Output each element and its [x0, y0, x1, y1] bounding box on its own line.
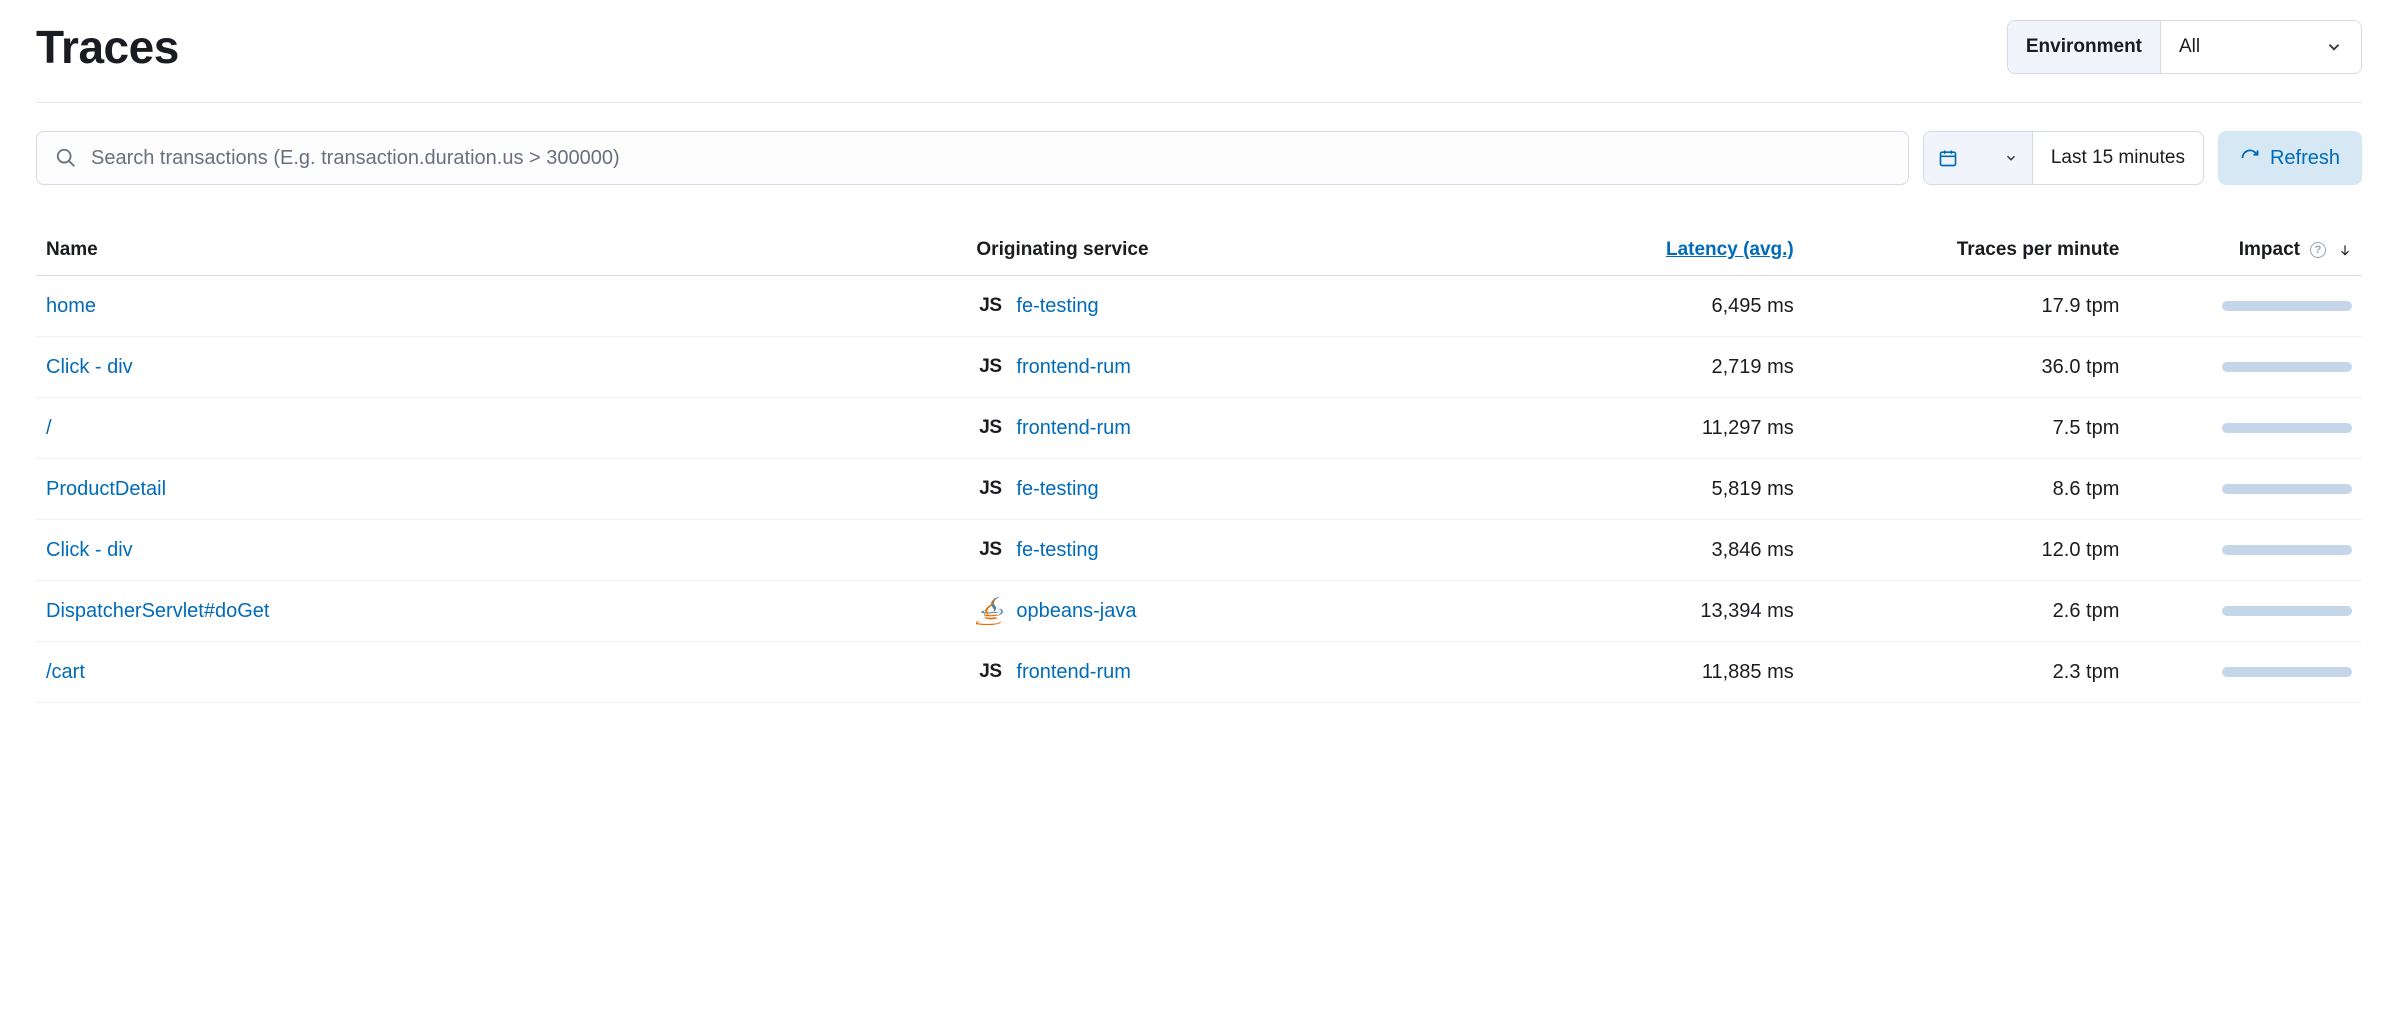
column-header-latency[interactable]: Latency (avg.) — [1478, 225, 1804, 276]
chevron-down-icon — [2325, 38, 2343, 56]
trace-name-link[interactable]: DispatcherServlet#doGet — [46, 600, 269, 622]
table-row: /cart JS frontend-rum 11,885 ms 2.3 tpm — [36, 642, 2362, 703]
time-picker[interactable]: Last 15 minutes — [1923, 131, 2204, 185]
table-row: home JS fe-testing 6,495 ms 17.9 tpm — [36, 276, 2362, 337]
table-row: ProductDetail JS fe-testing 5,819 ms 8.6… — [36, 459, 2362, 520]
impact-bar — [2222, 301, 2352, 311]
latency-value: 5,819 ms — [1478, 459, 1804, 520]
js-icon: JS — [976, 353, 1004, 381]
table-row: DispatcherServlet#doGet opbeans-java 13,… — [36, 581, 2362, 642]
environment-value[interactable]: All — [2161, 21, 2361, 73]
service-link[interactable]: frontend-rum — [1016, 356, 1131, 379]
tpm-value: 8.6 tpm — [1804, 459, 2130, 520]
search-box[interactable] — [36, 131, 1909, 185]
column-header-impact[interactable]: Impact ? — [2129, 225, 2362, 276]
time-picker-button[interactable] — [1924, 132, 2033, 184]
tpm-value: 2.3 tpm — [1804, 642, 2130, 703]
environment-value-text: All — [2179, 36, 2200, 58]
refresh-button[interactable]: Refresh — [2218, 131, 2362, 185]
column-header-name[interactable]: Name — [36, 225, 966, 276]
time-picker-value: Last 15 minutes — [2033, 132, 2203, 184]
js-icon: JS — [976, 414, 1004, 442]
impact-bar — [2222, 606, 2352, 616]
service-link[interactable]: frontend-rum — [1016, 661, 1131, 684]
refresh-label: Refresh — [2270, 147, 2340, 170]
impact-bar — [2222, 423, 2352, 433]
refresh-icon — [2240, 148, 2260, 168]
search-input[interactable] — [91, 147, 1890, 170]
table-row: / JS frontend-rum 11,297 ms 7.5 tpm — [36, 398, 2362, 459]
latency-value: 2,719 ms — [1478, 337, 1804, 398]
tpm-value: 36.0 tpm — [1804, 337, 2130, 398]
table-row: Click - div JS frontend-rum 2,719 ms 36.… — [36, 337, 2362, 398]
trace-name-link[interactable]: home — [46, 295, 96, 317]
latency-value: 6,495 ms — [1478, 276, 1804, 337]
trace-name-link[interactable]: Click - div — [46, 356, 133, 378]
impact-bar — [2222, 667, 2352, 677]
service-link[interactable]: opbeans-java — [1016, 600, 1136, 623]
tpm-value: 2.6 tpm — [1804, 581, 2130, 642]
tpm-value: 7.5 tpm — [1804, 398, 2130, 459]
table-row: Click - div JS fe-testing 3,846 ms 12.0 … — [36, 520, 2362, 581]
column-header-tpm[interactable]: Traces per minute — [1804, 225, 2130, 276]
chevron-down-icon — [2004, 151, 2018, 165]
tpm-value: 17.9 tpm — [1804, 276, 2130, 337]
js-icon: JS — [976, 475, 1004, 503]
sort-descending-icon — [2338, 243, 2352, 257]
tpm-value: 12.0 tpm — [1804, 520, 2130, 581]
calendar-icon — [1938, 148, 1958, 168]
page-title: Traces — [36, 20, 179, 74]
environment-label: Environment — [2008, 21, 2161, 73]
js-icon: JS — [976, 536, 1004, 564]
service-link[interactable]: fe-testing — [1016, 295, 1098, 318]
column-header-impact-label: Impact — [2239, 239, 2300, 261]
impact-bar — [2222, 545, 2352, 555]
traces-table: Name Originating service Latency (avg.) … — [36, 225, 2362, 703]
column-header-service[interactable]: Originating service — [966, 225, 1478, 276]
service-link[interactable]: frontend-rum — [1016, 417, 1131, 440]
help-icon[interactable]: ? — [2310, 242, 2326, 258]
impact-bar — [2222, 484, 2352, 494]
latency-value: 13,394 ms — [1478, 581, 1804, 642]
latency-value: 11,885 ms — [1478, 642, 1804, 703]
trace-name-link[interactable]: Click - div — [46, 539, 133, 561]
js-icon: JS — [976, 658, 1004, 686]
java-icon — [976, 597, 1004, 625]
search-icon — [55, 147, 77, 169]
service-link[interactable]: fe-testing — [1016, 478, 1098, 501]
latency-value: 11,297 ms — [1478, 398, 1804, 459]
environment-selector[interactable]: Environment All — [2007, 20, 2362, 74]
js-icon: JS — [976, 292, 1004, 320]
impact-bar — [2222, 362, 2352, 372]
trace-name-link[interactable]: /cart — [46, 661, 85, 683]
trace-name-link[interactable]: / — [46, 417, 52, 439]
trace-name-link[interactable]: ProductDetail — [46, 478, 166, 500]
latency-value: 3,846 ms — [1478, 520, 1804, 581]
service-link[interactable]: fe-testing — [1016, 539, 1098, 562]
